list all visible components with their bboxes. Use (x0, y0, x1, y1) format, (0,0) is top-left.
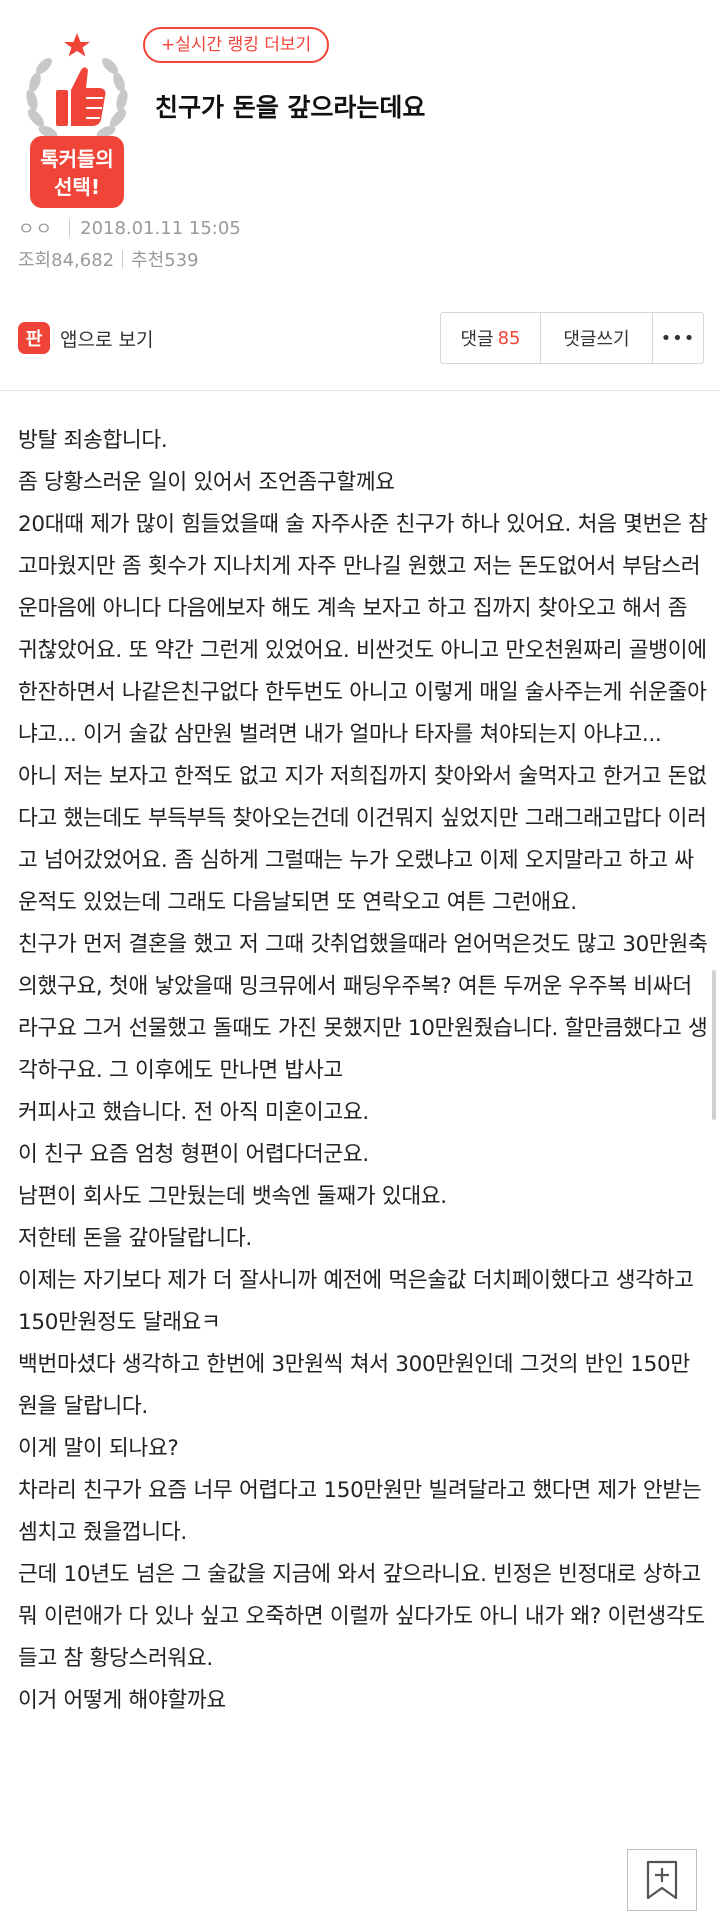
talker-choice-badge: 톡커들의 선택! (18, 30, 136, 208)
body-paragraph: 백번마셨다 생각하고 한번에 3만원씩 쳐서 300만원인데 그것의 반인 15… (18, 1352, 690, 1419)
post-title: 친구가 돈을 갚으라는데요 (155, 93, 426, 122)
bookmark-add-icon (646, 1860, 678, 1900)
comments-count: 85 (497, 327, 521, 349)
body-paragraph: 커피사고 했습니다. 전 아직 미혼이고요. (18, 1100, 369, 1125)
comment-button-group: 댓글 85 댓글쓰기 ••• (440, 312, 704, 364)
post-header: 톡커들의 선택! +실시간 랭킹 더보기 친구가 돈을 갚으라는데요 ㅇㅇ 20… (0, 0, 720, 271)
body-paragraph: 차라리 친구가 요즘 너무 어렵다고 150만원만 빌려달라고 했다면 제가 안… (18, 1478, 702, 1545)
body-paragraph: 20대때 제가 많이 힘들었을때 술 자주사준 친구가 하나 있어요. 처음 몇… (18, 512, 708, 747)
post-meta-stats: 조회84,682 추천539 (18, 246, 199, 272)
bookmark-button[interactable] (627, 1849, 697, 1911)
more-options-button[interactable]: ••• (653, 313, 703, 363)
meta-divider (122, 250, 124, 268)
body-paragraph: 방탈 죄송합니다. (18, 428, 168, 453)
post-meta-author-date: ㅇㅇ 2018.01.11 15:05 (18, 215, 241, 241)
comments-button[interactable]: 댓글 85 (441, 313, 541, 363)
body-paragraph: 좀 당황스러운 일이 있어서 조언좀구할께요 (18, 470, 395, 495)
body-paragraph: 저한테 돈을 갚아달랍니다. (18, 1226, 252, 1251)
recommend-count: 추천539 (131, 250, 199, 271)
body-paragraph: 근데 10년도 넘은 그 술값을 지금에 와서 갚으라니요. 빈정은 빈정대로 … (18, 1562, 705, 1671)
badge-line2: 선택! (54, 175, 100, 199)
post-datetime: 2018.01.11 15:05 (80, 217, 241, 239)
view-count: 조회84,682 (18, 250, 115, 271)
post-body: 방탈 죄송합니다. 좀 당황스러운 일이 있어서 조언좀구할께요 20대때 제가… (18, 420, 708, 1722)
body-paragraph: 남편이 회사도 그만뒀는데 뱃속엔 둘째가 있대요. (18, 1184, 447, 1209)
body-paragraph: 친구가 먼저 결혼을 했고 저 그때 갓취업했을때라 얻어먹은것도 많고 30만… (18, 932, 708, 1083)
badge-line1: 톡커들의 (40, 147, 114, 171)
author-name[interactable]: ㅇㅇ (18, 215, 53, 241)
comments-label: 댓글 (460, 329, 494, 350)
write-comment-button[interactable]: 댓글쓰기 (541, 313, 653, 363)
action-bar: 판 앱으로 보기 댓글 85 댓글쓰기 ••• (0, 312, 720, 392)
open-in-app-label: 앱으로 보기 (60, 328, 154, 351)
open-in-app-link[interactable]: 판 앱으로 보기 (18, 322, 153, 354)
scrollbar-thumb[interactable] (712, 970, 716, 1120)
body-paragraph: 아니 저는 보자고 한적도 없고 지가 저희집까지 찾아와서 술먹자고 한거고 … (18, 764, 707, 915)
body-paragraph: 이게 말이 되나요? (18, 1436, 179, 1461)
badge-label: 톡커들의 선택! (30, 136, 124, 208)
thumbs-up-laurel-icon (26, 33, 128, 139)
body-paragraph: 이 친구 요즘 엄청 형편이 어렵다더군요. (18, 1142, 369, 1167)
header-divider (0, 390, 720, 391)
meta-divider (69, 219, 71, 237)
pann-app-icon: 판 (18, 322, 50, 354)
body-paragraph: 이거 어떻게 해야할까요 (18, 1688, 226, 1713)
realtime-ranking-button[interactable]: +실시간 랭킹 더보기 (143, 27, 330, 63)
body-paragraph: 이제는 자기보다 제가 더 잘사니까 예전에 먹은술값 더치페이했다고 생각하고… (18, 1268, 694, 1335)
